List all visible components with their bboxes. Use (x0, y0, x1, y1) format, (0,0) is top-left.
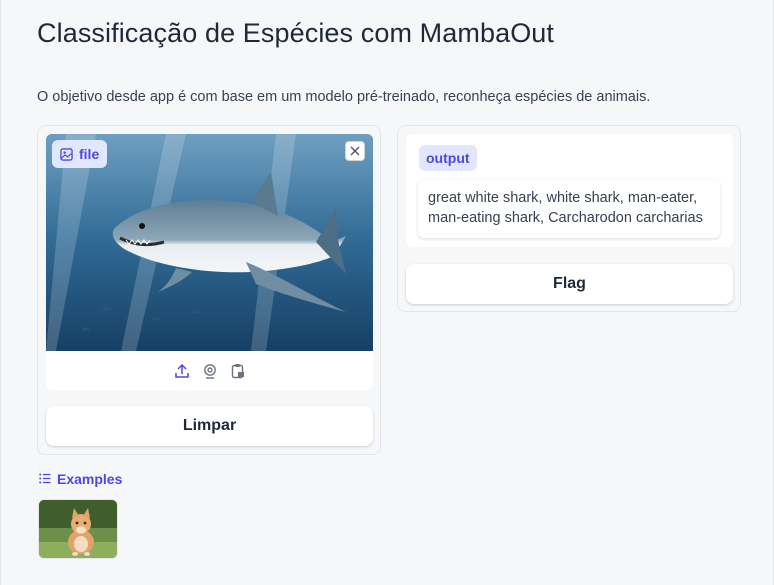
image-icon (60, 147, 73, 161)
clear-button[interactable]: Limpar (46, 406, 373, 446)
file-badge: file (52, 140, 108, 168)
output-panel: output great white shark, white shark, m… (397, 125, 741, 312)
image-input[interactable]: file (46, 134, 373, 390)
clear-image-button[interactable] (345, 141, 365, 161)
input-panel: file Limpar (37, 125, 381, 455)
file-badge-label: file (79, 146, 100, 162)
app-page: Classificação de Espécies com MambaOut O… (0, 0, 774, 585)
source-selector (46, 351, 373, 390)
examples-label: Examples (57, 471, 123, 487)
example-item[interactable] (38, 499, 118, 559)
close-icon (350, 146, 360, 156)
flag-button[interactable]: Flag (406, 264, 733, 304)
output-label: output (419, 145, 477, 171)
webcam-icon[interactable] (202, 363, 218, 379)
output-textbox[interactable]: great white shark, white shark, man-eate… (418, 180, 720, 238)
examples-header: Examples (39, 471, 122, 487)
output-block: output great white shark, white shark, m… (406, 134, 733, 247)
upload-icon[interactable] (174, 363, 190, 379)
uploaded-image: file (46, 134, 373, 351)
page-title: Classificação de Espécies com MambaOut (37, 18, 555, 48)
clipboard-icon[interactable] (230, 363, 246, 379)
list-icon (39, 471, 51, 487)
page-description: O objetivo desde app é com base em um mo… (37, 89, 651, 105)
